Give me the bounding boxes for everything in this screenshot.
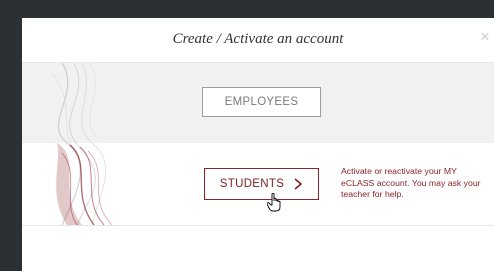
modal-title: Create / Activate an account: [172, 31, 344, 47]
students-button-label: STUDENTS: [219, 178, 285, 190]
employees-button[interactable]: EMPLOYEES: [202, 87, 321, 117]
employees-button-label: EMPLOYEES: [224, 96, 299, 108]
create-account-modal: Create / Activate an account × EMPLOYEES…: [22, 18, 494, 271]
students-button[interactable]: STUDENTS: [204, 168, 319, 200]
close-icon[interactable]: ×: [478, 28, 492, 46]
hand-pointer-cursor-icon: [267, 193, 281, 212]
modal-header: Create / Activate an account ×: [22, 18, 494, 63]
students-help-text: Activate or reactivate your MY eCLASS ac…: [341, 166, 481, 199]
decorative-ribbon-image: [51, 63, 113, 225]
chevron-right-icon: [294, 178, 303, 190]
